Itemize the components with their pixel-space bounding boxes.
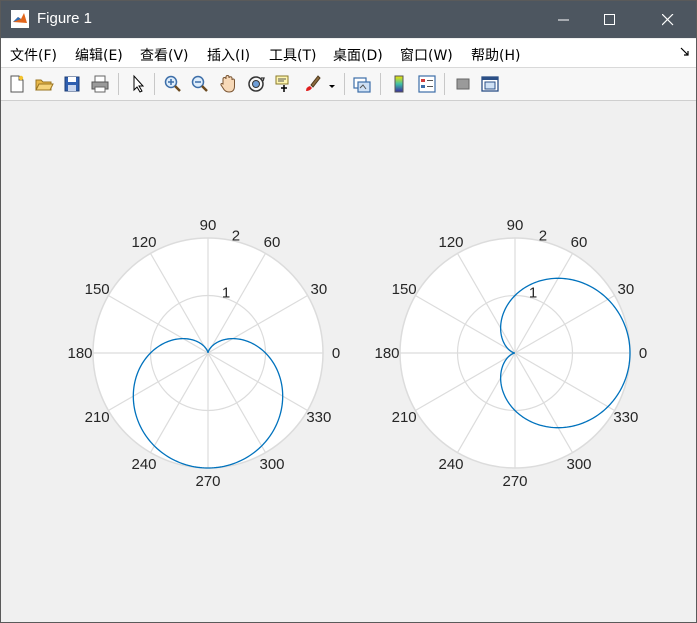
polar-r-tick-label: 1 [529,284,537,301]
polar-theta-tick-label: 330 [306,409,331,426]
print-icon[interactable] [90,74,110,94]
zoom-in-icon[interactable] [163,74,183,94]
window-title: Figure 1 [37,10,93,27]
minimize-button[interactable] [541,1,587,38]
legend-icon[interactable] [417,74,437,94]
zoom-out-icon[interactable] [190,74,210,94]
menu-file[interactable]: 文件(F) [10,45,57,65]
maximize-button[interactable] [587,1,633,38]
open-file-icon[interactable] [34,74,54,94]
hide-plot-tools-icon[interactable] [453,74,473,94]
brush-dropdown-icon[interactable] [327,74,337,94]
menu-desktop[interactable]: 桌面(D) [333,45,383,65]
polar-theta-tick-label: 90 [507,217,524,234]
polar-theta-tick-label: 150 [85,281,110,298]
polar-theta-tick-label: 180 [374,345,399,362]
maximize-icon [604,14,615,25]
close-button[interactable] [645,1,691,38]
menu-tools[interactable]: 工具(T) [269,45,316,65]
toolbar-separator [154,73,155,95]
minimize-icon [558,19,569,21]
polar-theta-tick-label: 90 [200,217,217,234]
polar-theta-tick-label: 300 [259,456,284,473]
link-plot-icon[interactable] [352,74,372,94]
show-plot-tools-icon[interactable] [480,74,500,94]
colorbar-icon[interactable] [389,74,409,94]
polar-theta-tick-label: 150 [392,281,417,298]
matlab-logo-icon [11,10,29,28]
select-arrow-icon[interactable] [128,74,148,94]
polar-theta-tick-label: 120 [131,234,156,251]
polar-theta-tick-label: 30 [618,281,635,298]
polar-theta-tick-label: 330 [613,409,638,426]
polar-theta-tick-label: 300 [566,456,591,473]
polar-r-tick-label: 1 [222,284,230,301]
title-bar[interactable]: Figure 1 [1,1,696,38]
polar-theta-tick-label: 240 [438,456,463,473]
polar-theta-tick-label: 60 [264,234,281,251]
polar-theta-tick-label: 270 [195,473,220,490]
rotate-3d-icon[interactable] [246,74,266,94]
figure-canvas: 0 30 60 90 120 150 180 210 240 270 300 330 1 2 0 30 60 90… [1,101,696,622]
polar-theta-tick-label: 120 [438,234,463,251]
polar-theta-tick-label: 180 [67,345,92,362]
toolbar-separator [444,73,445,95]
toolbar-separator [344,73,345,95]
pan-hand-icon[interactable] [218,74,238,94]
polar-r-tick-label: 2 [232,228,240,245]
polar-theta-tick-label: 0 [332,345,340,362]
save-icon[interactable] [62,74,82,94]
dock-arrow-icon[interactable] [680,47,690,57]
menu-insert[interactable]: 插入(I) [207,45,250,65]
polar-theta-tick-label: 60 [571,234,588,251]
menu-window[interactable]: 窗口(W) [400,45,453,65]
close-icon [662,14,674,26]
menu-bar: 文件(F) 编辑(E) 查看(V) 插入(I) 工具(T) 桌面(D) 窗口(W… [1,39,696,68]
polar-plots: 0306090120150180210240270300330120306090… [67,217,647,490]
polar-theta-tick-label: 210 [85,409,110,426]
polar-theta-tick-label: 240 [131,456,156,473]
menu-edit[interactable]: 编辑(E) [75,45,123,65]
polar-theta-tick-label: 0 [639,345,647,362]
brush-icon[interactable] [302,74,322,94]
figure-window: Figure 1 文件(F) 编辑(E) 查看(V) 插入(I) 工具(T) 桌… [0,0,697,623]
figure-toolbar [1,68,696,101]
polar-r-tick-label: 2 [539,228,547,245]
polar-theta-tick-label: 210 [392,409,417,426]
menu-view[interactable]: 查看(V) [140,45,189,65]
menu-help[interactable]: 帮助(H) [471,45,520,65]
polar-theta-tick-label: 270 [502,473,527,490]
toolbar-separator [118,73,119,95]
polar-theta-tick-label: 30 [311,281,328,298]
new-figure-icon[interactable] [7,74,27,94]
toolbar-separator [380,73,381,95]
data-cursor-icon[interactable] [274,74,294,94]
